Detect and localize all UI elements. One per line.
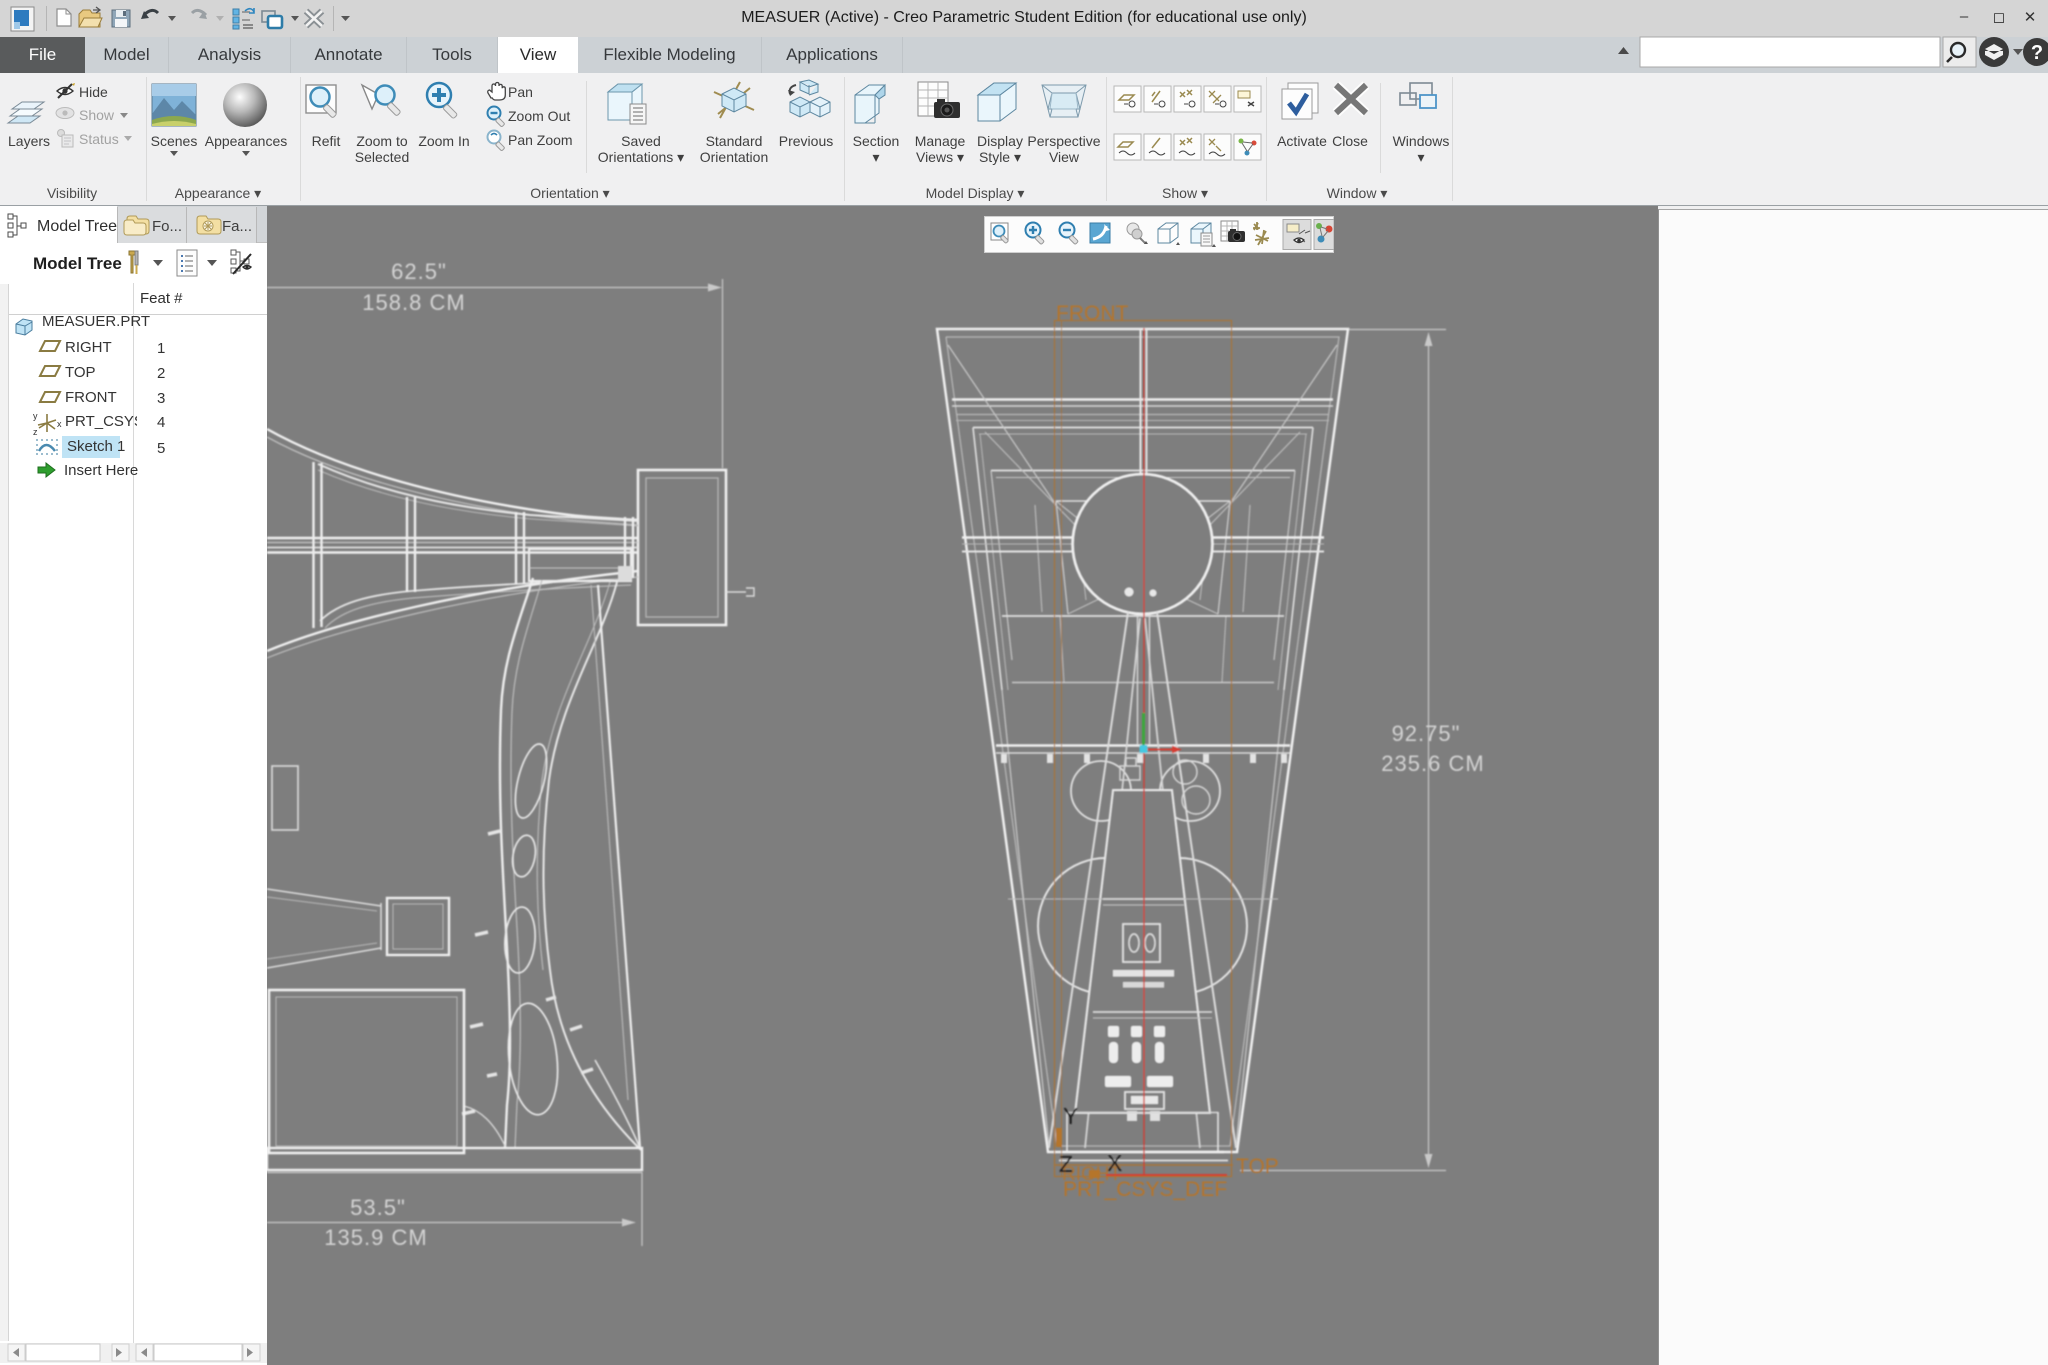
svg-text:158.8 CM: 158.8 CM: [362, 290, 465, 315]
svg-text:Z: Z: [1059, 1151, 1073, 1177]
svg-text:?: ?: [2031, 42, 2043, 64]
svg-text:53.5": 53.5": [350, 1195, 406, 1220]
svg-text:135.9 CM: 135.9 CM: [324, 1225, 427, 1250]
svg-text:Y: Y: [1063, 1103, 1078, 1129]
svg-text:235.6 CM: 235.6 CM: [1381, 751, 1484, 776]
svg-text:TOP: TOP: [1236, 1155, 1279, 1178]
svg-text:x: x: [57, 419, 62, 429]
svg-text:Model Tree: Model Tree: [33, 254, 122, 273]
svg-text:62.5": 62.5": [391, 259, 447, 284]
svg-text:y: y: [33, 411, 38, 421]
svg-text:X: X: [1107, 1150, 1122, 1176]
svg-text:92.75": 92.75": [1392, 721, 1461, 746]
svg-text:Model Tree: Model Tree: [37, 218, 117, 235]
svg-text:FRONT: FRONT: [1056, 302, 1128, 325]
svg-text:z: z: [33, 427, 38, 437]
svg-text:PRT_CSYS_DEF: PRT_CSYS_DEF: [1063, 1178, 1227, 1201]
svg-text:Fa...: Fa...: [222, 218, 252, 235]
svg-text:Fo...: Fo...: [152, 218, 182, 235]
